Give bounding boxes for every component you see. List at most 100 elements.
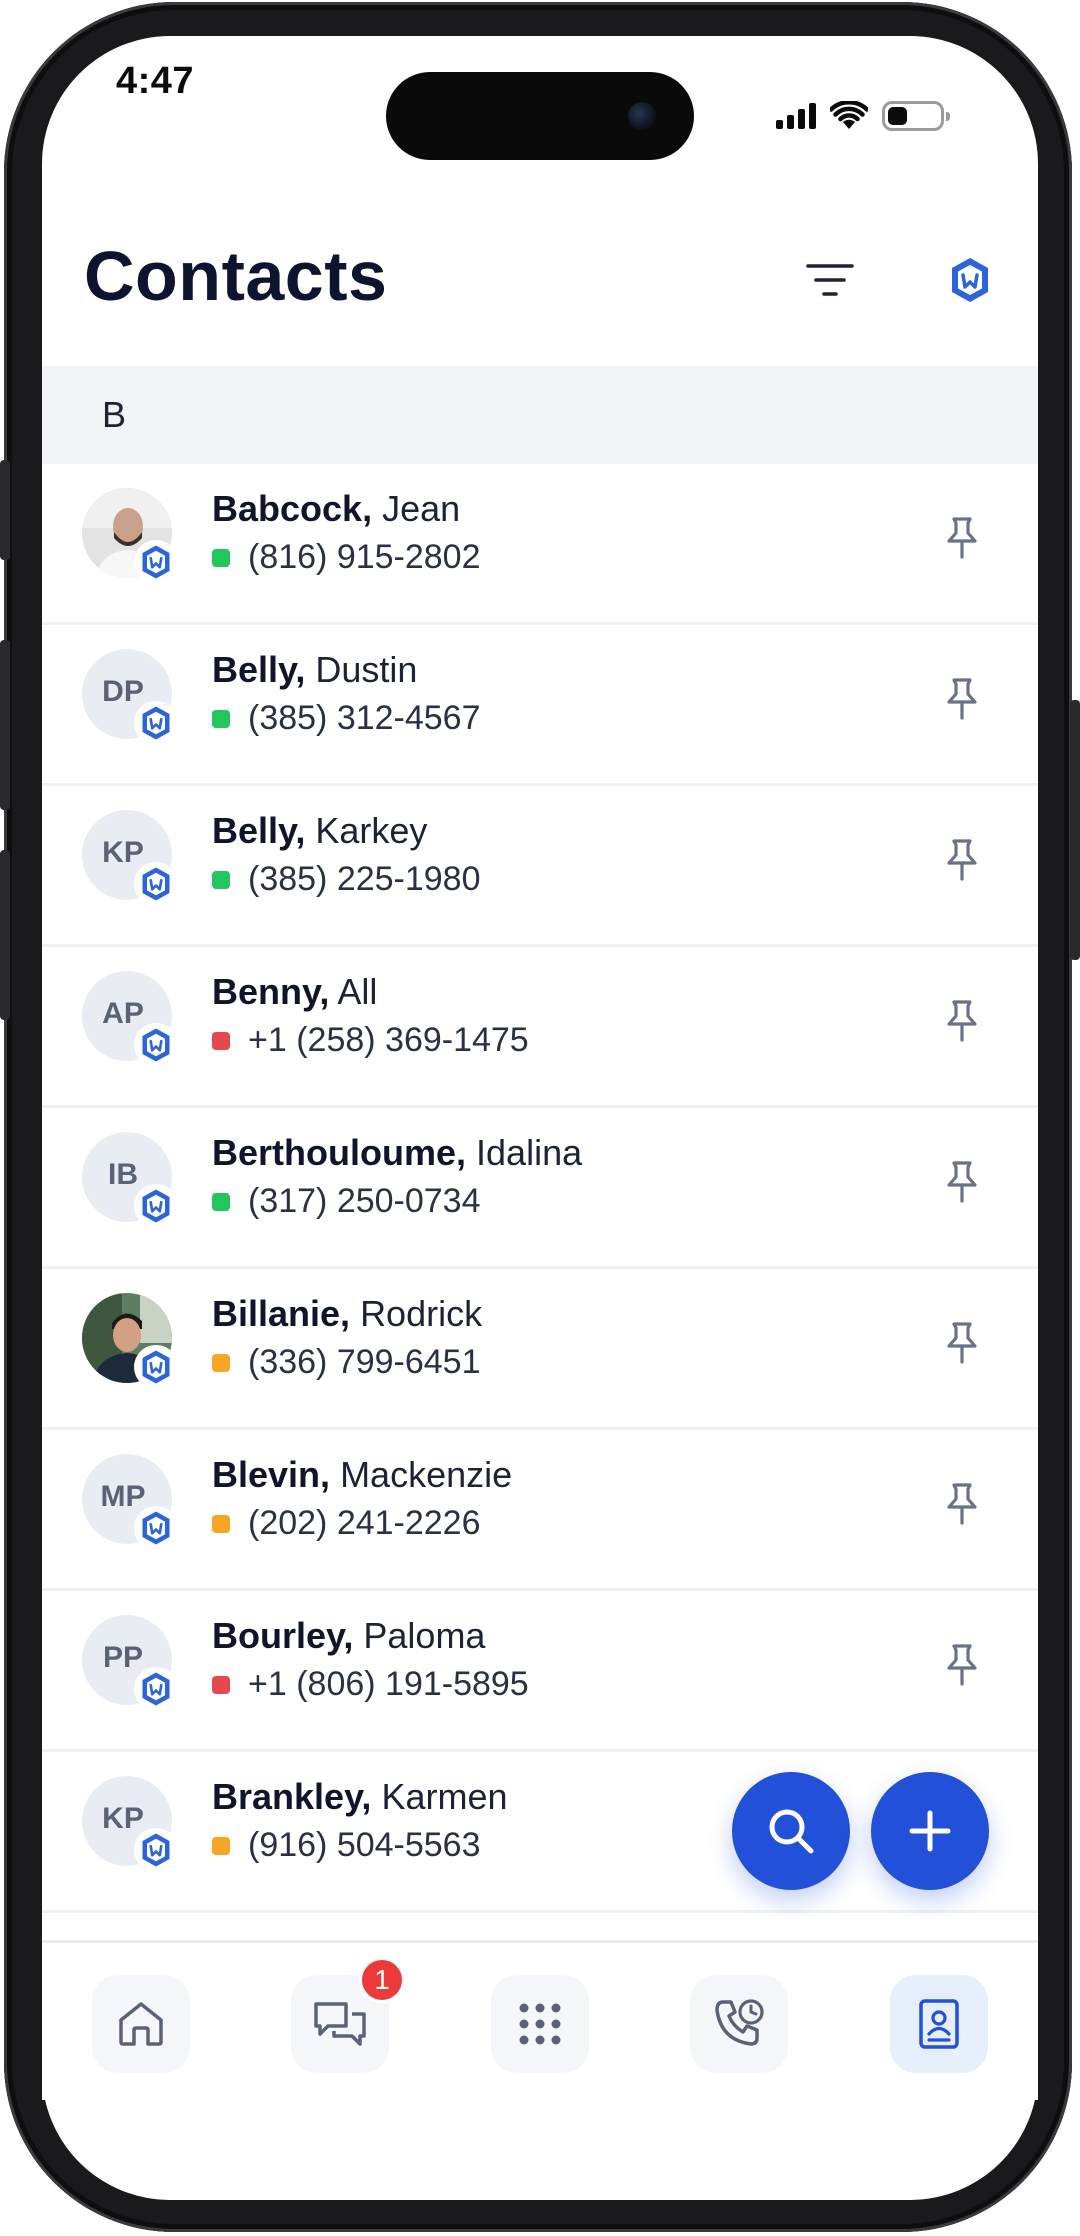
- section-letter: B: [102, 394, 127, 435]
- nav-dialpad[interactable]: [491, 1975, 589, 2073]
- side-button-power: [1070, 700, 1080, 960]
- contact-row[interactable]: Billanie, Rodrick (336) 799-6451: [42, 1269, 1038, 1430]
- brand-badge-icon: [142, 1189, 170, 1223]
- contact-phone-line: (336) 799-6451: [212, 1343, 481, 1382]
- contact-name: Babcock, Jean: [212, 488, 460, 530]
- contact-phone: (916) 504-5563: [248, 1826, 481, 1864]
- avatar: IB: [82, 1132, 178, 1228]
- nav-recents[interactable]: [690, 1975, 788, 2073]
- status-icons: [776, 98, 950, 134]
- brand-badge: [134, 1828, 178, 1872]
- contact-phone: (385) 312-4567: [248, 699, 481, 737]
- brand-badge: [134, 1667, 178, 1711]
- contact-row[interactable]: MP Blevin, Mackenzie (202) 241-2226: [42, 1430, 1038, 1591]
- contact-first-name: Karmen: [381, 1776, 508, 1817]
- pin-button[interactable]: [932, 1474, 992, 1534]
- brand-badge-icon: [142, 706, 170, 740]
- contact-row[interactable]: DP Belly, Dustin (385) 312-4567: [42, 625, 1038, 786]
- contact-name: Blevin, Mackenzie: [212, 1454, 512, 1496]
- account-brand-button[interactable]: [942, 250, 998, 310]
- brand-badge-icon: [142, 545, 170, 579]
- contact-phone-line: (317) 250-0734: [212, 1182, 481, 1221]
- brand-badge-icon: [142, 1511, 170, 1545]
- pin-button[interactable]: [932, 1152, 992, 1212]
- presence-status-dot: [212, 709, 230, 728]
- contact-name: Belly, Karkey: [212, 810, 427, 852]
- contact-first-name: Karkey: [315, 810, 428, 851]
- contact-phone-line: +1 (258) 369-1475: [212, 1021, 529, 1060]
- filter-button[interactable]: [800, 250, 860, 310]
- contact-phone-line: (202) 241-2226: [212, 1504, 481, 1543]
- side-button-volume-down: [0, 850, 10, 1020]
- pin-button[interactable]: [932, 508, 992, 568]
- avatar-initials: DP: [102, 675, 144, 708]
- avatar: KP: [82, 1776, 178, 1872]
- contact-last-name: Berthouloume,: [212, 1132, 467, 1173]
- nav-messages[interactable]: 1: [291, 1957, 405, 2073]
- avatar-initials: IB: [108, 1158, 138, 1191]
- contact-first-name: All: [337, 971, 378, 1012]
- contact-name: Bourley, Paloma: [212, 1615, 485, 1657]
- avatar-initials: KP: [102, 836, 144, 869]
- pin-icon: [947, 1644, 977, 1686]
- search-icon: [769, 1809, 814, 1854]
- contact-phone-line: (385) 225-1980: [212, 860, 481, 899]
- contact-row[interactable]: KP Belly, Karkey (385) 225-1980: [42, 786, 1038, 947]
- contact-last-name: Belly,: [212, 649, 306, 690]
- contact-name: Berthouloume, Idalina: [212, 1132, 582, 1174]
- avatar: KP: [82, 810, 178, 906]
- contact-last-name: Brankley,: [212, 1776, 372, 1817]
- avatar: PP: [82, 1615, 178, 1711]
- nav-contacts[interactable]: [890, 1975, 988, 2073]
- signal-icon: [776, 103, 816, 129]
- brand-logo-icon: [952, 258, 988, 302]
- presence-status-dot: [212, 1675, 230, 1694]
- plus-icon: [909, 1810, 951, 1852]
- brand-badge: [134, 701, 178, 745]
- contact-row[interactable]: PP Bourley, Paloma +1 (806) 191-5895: [42, 1591, 1038, 1752]
- avatar-initials: PP: [102, 1641, 144, 1674]
- page-title: Contacts: [84, 237, 388, 315]
- presence-status-dot: [212, 1353, 230, 1372]
- pin-button[interactable]: [932, 1635, 992, 1695]
- avatar: AP: [82, 971, 178, 1067]
- contact-phone-line: (816) 915-2802: [212, 538, 481, 577]
- brand-badge: [134, 540, 178, 584]
- contact-list: Babcock, Jean (816) 915-2802 DP Belly, Dust…: [42, 464, 1038, 1913]
- search-fab-button[interactable]: [732, 1772, 850, 1890]
- nav-home[interactable]: [92, 1975, 190, 2073]
- contact-last-name: Belly,: [212, 810, 306, 851]
- brand-badge-icon: [142, 1672, 170, 1706]
- pin-button[interactable]: [932, 991, 992, 1051]
- pin-button[interactable]: [932, 830, 992, 890]
- contact-row[interactable]: IB Berthouloume, Idalina (317) 250-0734: [42, 1108, 1038, 1269]
- pin-icon: [947, 1322, 977, 1364]
- pin-button[interactable]: [932, 1313, 992, 1373]
- contact-phone: (317) 250-0734: [248, 1182, 481, 1220]
- contact-name: Billanie, Rodrick: [212, 1293, 482, 1335]
- pin-icon: [947, 1161, 977, 1203]
- brand-badge: [134, 1345, 178, 1389]
- contact-row[interactable]: AP Benny, All +1 (258) 369-1475: [42, 947, 1038, 1108]
- messages-badge: 1: [359, 1957, 405, 2003]
- pin-icon: [947, 1000, 977, 1042]
- presence-status-dot: [212, 1192, 230, 1211]
- contact-row[interactable]: Babcock, Jean (816) 915-2802: [42, 464, 1038, 625]
- pin-icon: [947, 678, 977, 720]
- presence-status-dot: [212, 1031, 230, 1050]
- side-button-mute: [0, 460, 10, 560]
- side-button-volume-up: [0, 640, 10, 810]
- avatar: MP: [82, 1454, 178, 1550]
- contact-last-name: Babcock,: [212, 488, 373, 529]
- battery-icon: [882, 101, 950, 131]
- pin-icon: [947, 839, 977, 881]
- pin-button[interactable]: [932, 669, 992, 729]
- contact-phone: +1 (806) 191-5895: [248, 1665, 529, 1703]
- brand-badge: [134, 1184, 178, 1228]
- presence-status-dot: [212, 548, 230, 567]
- add-contact-fab-button[interactable]: [871, 1772, 989, 1890]
- avatar: DP: [82, 649, 178, 745]
- avatar-initials: KP: [102, 1802, 144, 1835]
- wifi-icon: [830, 101, 868, 129]
- contact-name: Belly, Dustin: [212, 649, 417, 691]
